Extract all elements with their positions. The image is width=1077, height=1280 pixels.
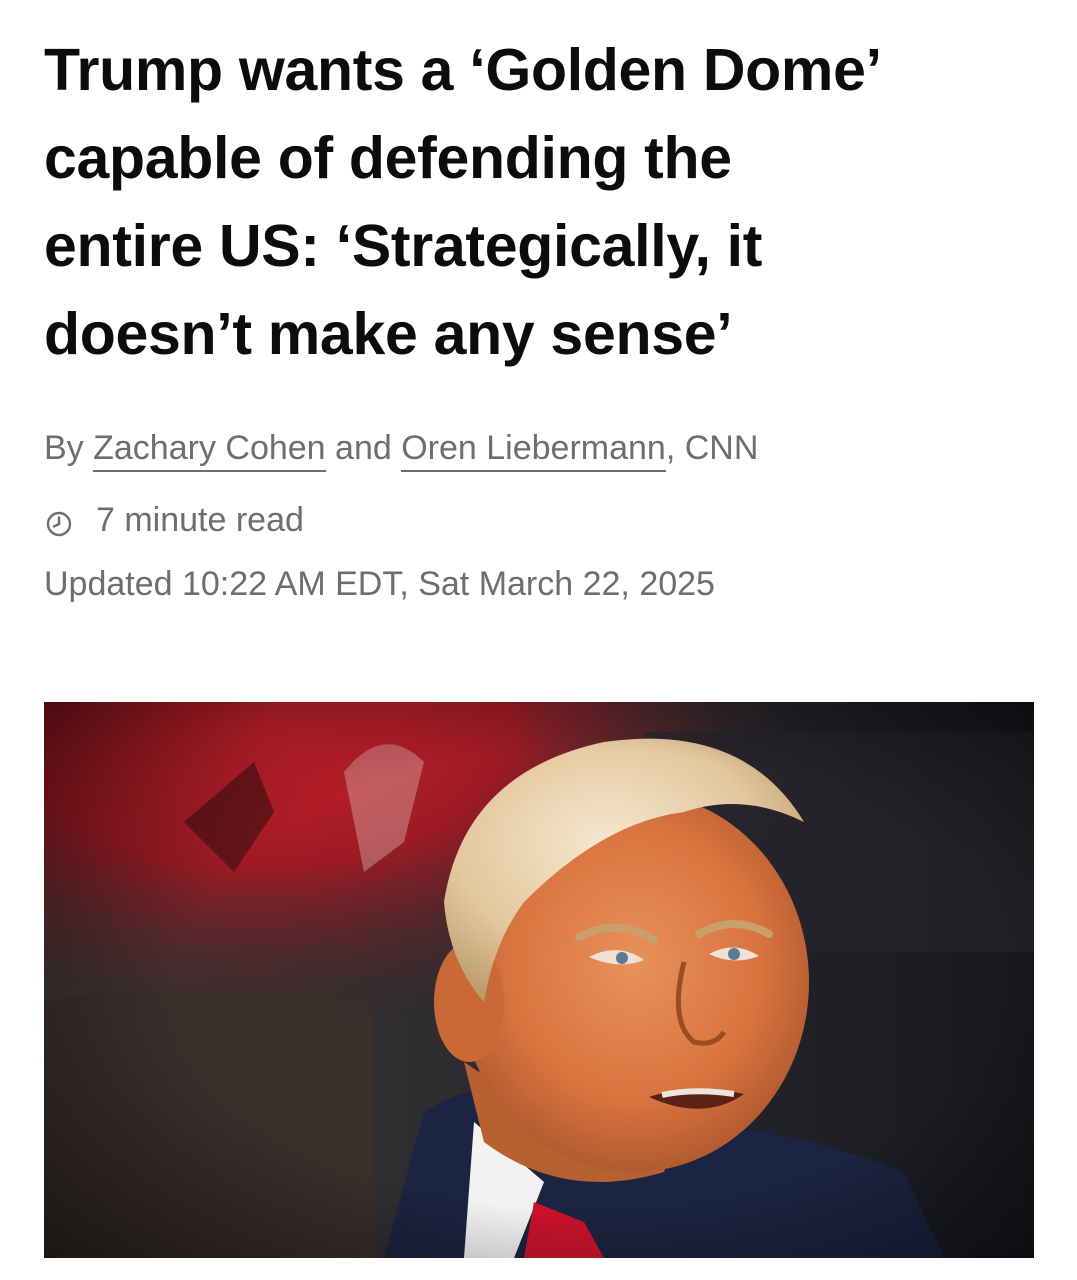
headline-line: doesn’t make any sense’	[44, 301, 733, 367]
hero-photo	[44, 702, 1034, 1258]
clock-icon	[46, 507, 72, 537]
read-time: 7 minute read	[44, 498, 304, 542]
byline-prefix: By	[44, 429, 94, 467]
updated-timestamp: Updated 10:22 AM EDT, Sat March 22, 2025	[44, 565, 715, 603]
article-page: Trump wants a ‘Golden Dome’ capable of d…	[0, 0, 1077, 1280]
article-headline: Trump wants a ‘Golden Dome’ capable of d…	[44, 26, 1044, 378]
headline-line: Trump wants a ‘Golden Dome’	[44, 37, 882, 103]
hero-image[interactable]	[44, 702, 1034, 1258]
byline: By Zachary Cohen and Oren Liebermann, CN…	[44, 426, 759, 472]
author-link-oren-liebermann[interactable]: Oren Liebermann	[401, 429, 666, 472]
headline-line: capable of defending the	[44, 125, 732, 191]
byline-suffix: , CNN	[665, 429, 759, 467]
read-time-label: 7 minute read	[96, 500, 304, 539]
byline-conjunction: and	[325, 429, 402, 467]
headline-line: entire US: ‘Strategically, it	[44, 213, 763, 279]
author-link-zachary-cohen[interactable]: Zachary Cohen	[93, 429, 326, 472]
